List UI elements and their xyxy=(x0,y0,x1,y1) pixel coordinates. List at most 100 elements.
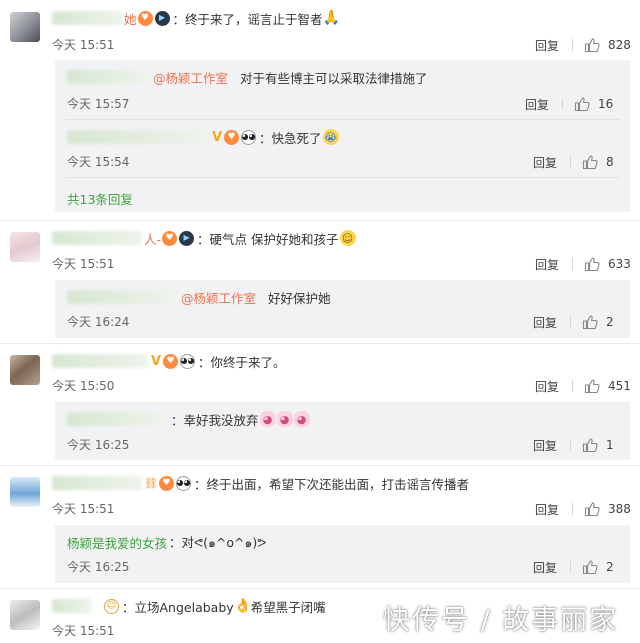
divider xyxy=(65,119,620,120)
shy-emoji-icon: ☺ xyxy=(339,230,356,246)
username-tail[interactable]: 她 xyxy=(124,9,137,28)
ok-hand-emoji-icon: 👌 xyxy=(233,598,252,614)
username-blurred[interactable] xyxy=(52,599,92,613)
mention-link[interactable]: @杨颖工作室 xyxy=(181,288,256,307)
reply-thread: 杨颖是我爱的女孩 ：对ᕙ(๑^o^๑)ᕗ 今天 16:25 回复 2 xyxy=(55,525,630,583)
username-blurred[interactable] xyxy=(67,70,149,84)
divider xyxy=(65,177,620,178)
reply-text: ：快急死了 xyxy=(259,130,322,146)
pink-rabbit-emoji-icon: ◕ xyxy=(259,411,276,427)
reply-thread: @杨颖工作室 对于有些博主可以采取法律措施了 今天 15:57 回复 16 V … xyxy=(55,60,630,212)
reply-username[interactable]: 杨颖是我爱的女孩 xyxy=(67,533,167,552)
mention-link[interactable]: @杨颖工作室 xyxy=(153,68,228,87)
reply-button[interactable]: 回复 xyxy=(525,96,549,113)
smile-badge-icon: ☺ xyxy=(104,598,119,614)
avatar[interactable] xyxy=(10,232,40,262)
reply-button[interactable]: 回复 xyxy=(533,154,557,171)
fan-badge-icon: ♥ xyxy=(163,353,178,369)
fan-badge-icon: ♥ xyxy=(162,230,178,246)
avatar[interactable] xyxy=(10,600,40,630)
panda-badge-icon: ◕◕ xyxy=(180,353,195,369)
reply-button[interactable]: 回复 xyxy=(533,314,557,331)
like-button[interactable]: 633 xyxy=(584,256,631,272)
reply-item: ：幸好我没放弃 ◕ ◕ ◕ xyxy=(67,410,310,428)
reply-button[interactable]: 回复 xyxy=(535,501,559,518)
like-button[interactable]: 16 xyxy=(574,96,613,112)
like-count: 2 xyxy=(606,560,614,574)
username-blurred[interactable] xyxy=(52,476,142,490)
comment-text: ：终于来了，谣言止于智者 xyxy=(172,11,323,27)
like-button[interactable]: 8 xyxy=(582,154,614,170)
reply-thread: ：幸好我没放弃 ◕ ◕ ◕ 今天 16:25 回复 1 xyxy=(55,402,630,460)
like-button[interactable]: 388 xyxy=(584,501,631,517)
comment-header: V ♥ ◕◕ ：你终于来了。 xyxy=(52,352,286,370)
verified-v-icon: V xyxy=(211,129,223,145)
comment-text: ：硬气点 保护好她和孩子 xyxy=(197,231,339,247)
like-count: 1 xyxy=(606,438,614,452)
username-blurred[interactable] xyxy=(67,130,209,144)
reply-actions: 回复 2 xyxy=(533,558,614,576)
username-blurred[interactable] xyxy=(52,11,122,25)
like-count: 828 xyxy=(608,38,631,52)
like-count: 633 xyxy=(608,257,631,271)
comment-header: 人- ♥ ▶ ：硬气点 保护好她和孩子 ☺ xyxy=(52,229,356,247)
avatar[interactable] xyxy=(10,477,40,507)
reply-item: @杨颖工作室 对于有些博主可以采取法律措施了 xyxy=(67,68,428,86)
reply-actions: 回复 8 xyxy=(533,153,614,171)
divider xyxy=(570,316,572,328)
reply-item: @杨颖工作室 好好保护她 xyxy=(67,288,331,306)
username-tail[interactable]: 人- xyxy=(144,229,161,248)
crying-emoji-icon: 😭 xyxy=(322,129,339,145)
comment-text: ：立场Angelababy xyxy=(122,599,234,615)
like-count: 388 xyxy=(608,502,631,516)
divider xyxy=(570,439,572,451)
thumbs-up-icon xyxy=(582,560,598,575)
reply-button[interactable]: 回复 xyxy=(533,559,557,576)
username-blurred[interactable] xyxy=(52,354,148,368)
reply-time: 今天 16:25 xyxy=(67,560,130,574)
like-button[interactable]: 828 xyxy=(584,37,631,53)
comment-actions: 回复 388 xyxy=(535,500,631,518)
thumbs-up-icon xyxy=(584,379,600,394)
divider xyxy=(570,561,572,573)
reply-item: V ♥ ◕◕ ：快急死了 😭 xyxy=(67,128,339,146)
reply-button[interactable]: 回复 xyxy=(535,256,559,273)
panda-badge-icon: ◕◕ xyxy=(241,129,256,145)
like-button[interactable]: 2 xyxy=(582,559,614,575)
comment-time: 今天 15:51 xyxy=(52,38,115,52)
reply-text: 对于有些博主可以采取法律措施了 xyxy=(240,70,428,86)
reply-time: 今天 16:25 xyxy=(67,438,130,452)
username-blurred[interactable] xyxy=(52,231,142,245)
reply-thread: @杨颖工作室 好好保护她 今天 16:24 回复 2 xyxy=(55,280,630,338)
reply-actions: 回复 1 xyxy=(533,436,614,454)
reply-button[interactable]: 回复 xyxy=(535,37,559,54)
reply-text: ：对ᕙ(๑^o^๑)ᕗ xyxy=(169,534,267,550)
more-replies-link[interactable]: 共13条回复 xyxy=(67,189,133,208)
comment-text-continued: 希望黑子闭嘴 xyxy=(250,599,326,615)
comment-time: 今天 15:51 xyxy=(52,502,115,516)
comment-header: 她 ♥ ▶ ：终于来了，谣言止于智者 🙏 xyxy=(52,9,340,27)
reply-time: 今天 15:57 xyxy=(67,97,130,111)
like-button[interactable]: 451 xyxy=(584,378,631,394)
reply-button[interactable]: 回复 xyxy=(535,378,559,395)
like-button[interactable]: 2 xyxy=(582,314,614,330)
like-button[interactable]: 1 xyxy=(582,437,614,453)
reply-time: 今天 15:54 xyxy=(67,155,130,169)
reply-actions: 回复 2 xyxy=(533,313,614,331)
thumbs-up-icon xyxy=(574,97,590,112)
avatar[interactable] xyxy=(10,12,40,42)
comment-text: ：你终于来了。 xyxy=(198,354,286,370)
panda-badge-icon: ◕◕ xyxy=(176,475,191,491)
username-blurred[interactable] xyxy=(67,412,167,426)
comment-time: 今天 15:51 xyxy=(52,624,115,638)
watermark: 快传号 / 故事丽家 xyxy=(383,605,619,636)
like-count: 8 xyxy=(606,155,614,169)
divider xyxy=(570,156,572,168)
comment-time: 今天 15:50 xyxy=(52,379,115,393)
username-blurred[interactable] xyxy=(67,290,177,304)
comment-header: ⛓ ♥ ◕◕ ：终于出面，希望下次还能出面，打击谣言传播者 xyxy=(52,474,469,492)
thumbs-up-icon xyxy=(584,257,600,272)
divider xyxy=(0,220,640,221)
reply-button[interactable]: 回复 xyxy=(533,437,557,454)
avatar[interactable] xyxy=(10,355,40,385)
